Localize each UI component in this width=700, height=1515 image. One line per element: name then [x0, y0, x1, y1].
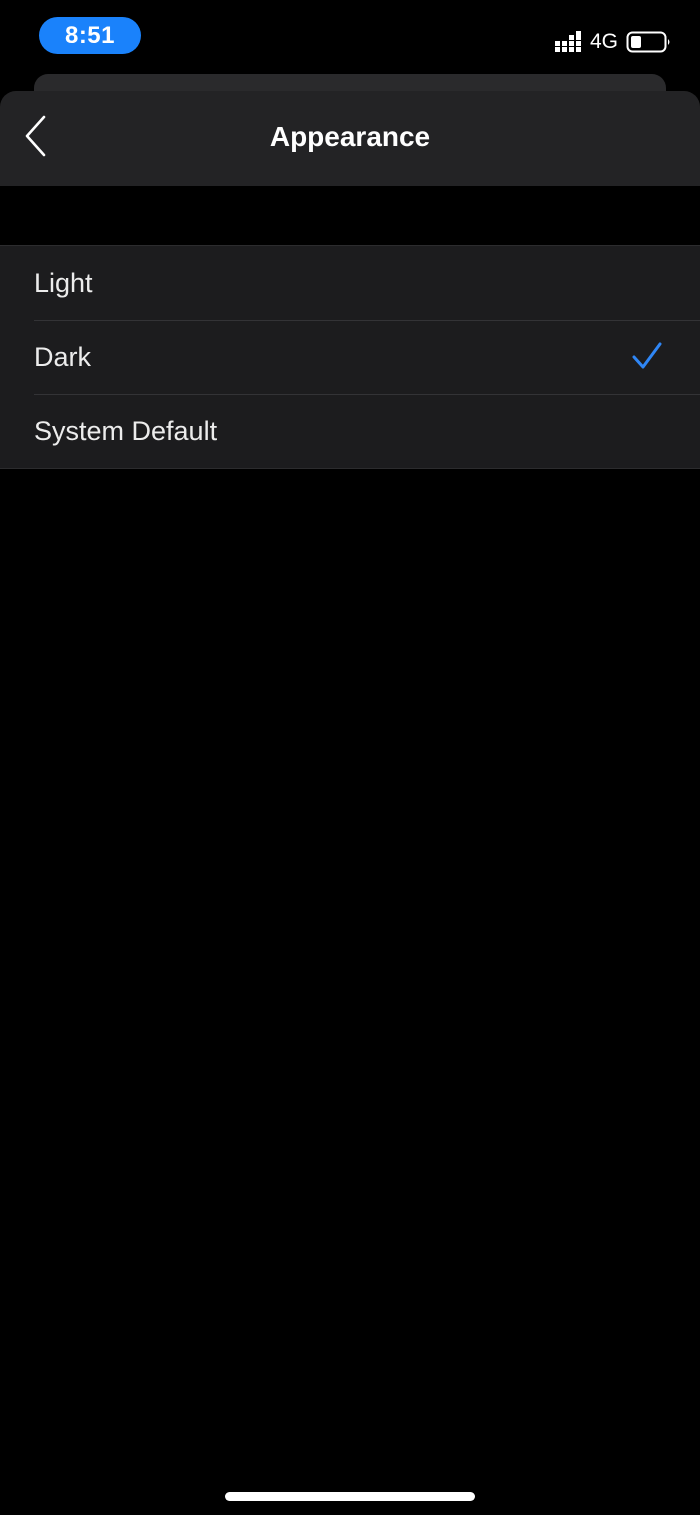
option-system-default[interactable]: System Default [0, 394, 700, 468]
option-label: Dark [34, 341, 92, 372]
page-title: Appearance [269, 121, 431, 152]
option-label: System Default [34, 415, 218, 446]
checkmark-icon [632, 342, 662, 370]
option-label: Light [34, 267, 93, 298]
network-type: 4G [589, 30, 618, 53]
option-light[interactable]: Light [0, 246, 700, 320]
home-indicator[interactable] [225, 1492, 475, 1501]
status-indicators: 4G [554, 28, 672, 56]
status-time[interactable]: 8:51 [39, 17, 141, 54]
battery-icon [626, 30, 672, 54]
status-bar: 8:51 4G [0, 0, 700, 74]
option-dark[interactable]: Dark [0, 320, 700, 394]
signal-bars-icon [554, 31, 582, 53]
appearance-options-list: Light Dark System Default [0, 245, 700, 469]
nav-header: Appearance [0, 91, 700, 186]
